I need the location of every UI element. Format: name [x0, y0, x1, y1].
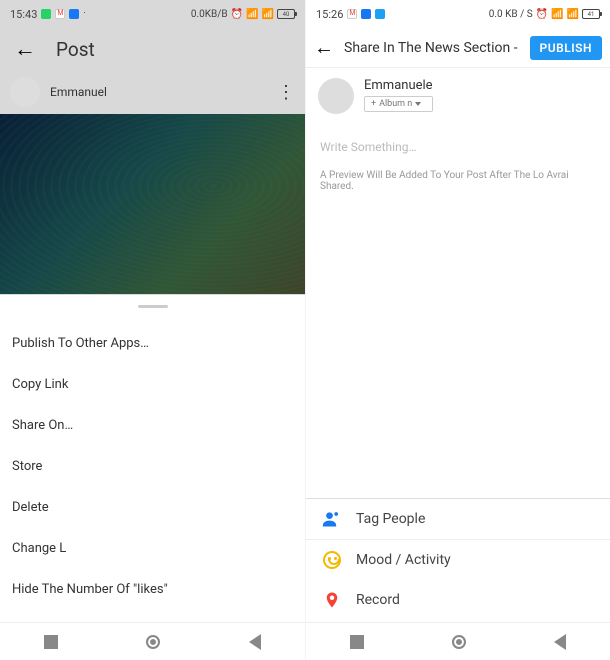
battery-icon: 40: [277, 9, 295, 19]
composer-input[interactable]: Write Something…: [306, 124, 610, 164]
right-status-bar: 15:26 0.0 KB / S ⏰ 📶 📶 41: [306, 0, 610, 28]
battery-icon: 41: [582, 9, 600, 19]
option-record[interactable]: Record: [306, 580, 610, 620]
left-screen: 15:43 · 0.0KB/B ⏰ 📶 📶 40 ← Post Emmanuel…: [0, 0, 305, 660]
gmail-icon: [55, 9, 65, 19]
option-mood[interactable]: Mood / Activity: [306, 540, 610, 580]
option-label: Mood / Activity: [356, 552, 451, 568]
wifi-icon: 📶: [262, 9, 274, 20]
sheet-handle[interactable]: [138, 305, 168, 308]
alarm-icon: ⏰: [536, 9, 548, 20]
avatar[interactable]: [318, 78, 354, 114]
status-time: 15:43: [10, 8, 37, 21]
option-label: Record: [356, 592, 400, 608]
profile-name[interactable]: Emmanuele: [364, 78, 433, 93]
back-arrow-icon[interactable]: ←: [314, 35, 334, 60]
page-title: Share In The News Section -: [344, 40, 530, 56]
nav-recents-icon[interactable]: [350, 635, 364, 649]
status-data: 0.0KB/B: [191, 9, 228, 20]
bottom-sheet: Publish To Other Apps… Copy Link Share O…: [0, 295, 305, 622]
album-button[interactable]: Album n: [364, 96, 433, 112]
left-status-bar: 15:43 · 0.0KB/B ⏰ 📶 📶 40: [0, 0, 305, 28]
sheet-item-store[interactable]: Store: [0, 449, 305, 484]
nav-recents-icon[interactable]: [44, 635, 58, 649]
sheet-item-hide-likes[interactable]: Hide The Number Of "likes": [0, 572, 305, 607]
status-time: 15:26: [316, 8, 343, 21]
more-icon[interactable]: ⋮: [277, 82, 295, 103]
location-pin-icon: [322, 590, 342, 610]
sheet-item-copy-link[interactable]: Copy Link: [0, 367, 305, 402]
mood-icon: [322, 550, 342, 570]
facebook-icon: [69, 9, 79, 19]
wifi-icon: 📶: [567, 9, 579, 20]
left-navbar: [0, 622, 305, 660]
page-title: Post: [56, 38, 95, 61]
gmail-icon: [347, 9, 357, 19]
app-icon: [375, 9, 385, 19]
right-screen: 15:26 0.0 KB / S ⏰ 📶 📶 41 ← Share In The…: [305, 0, 610, 660]
left-profile-row: Emmanuel ⋮: [0, 70, 305, 114]
preview-note: A Preview Will Be Added To Your Post Aft…: [306, 164, 610, 198]
alarm-icon: ⏰: [231, 9, 243, 20]
right-profile-row: Emmanuele Album n: [306, 68, 610, 124]
whatsapp-icon: [41, 9, 51, 19]
status-data: 0.0 KB / S: [489, 9, 533, 20]
right-navbar: [306, 622, 610, 660]
sheet-item-publish-other[interactable]: Publish To Other Apps…: [0, 326, 305, 361]
left-header: ← Post: [0, 28, 305, 70]
post-image[interactable]: [0, 114, 305, 294]
nav-home-icon[interactable]: [452, 635, 466, 649]
nav-back-icon[interactable]: [554, 634, 566, 650]
sheet-item-change[interactable]: Change L: [0, 531, 305, 566]
facebook-icon: [361, 9, 371, 19]
option-tag-people[interactable]: Tag People: [306, 499, 610, 540]
nav-home-icon[interactable]: [146, 635, 160, 649]
chevron-down-icon: [415, 102, 421, 106]
right-header: ← Share In The News Section - PUBLISH: [306, 28, 610, 68]
publish-button[interactable]: PUBLISH: [530, 36, 602, 60]
signal-icon: 📶: [551, 9, 563, 20]
tag-people-icon: [322, 509, 342, 529]
avatar[interactable]: [10, 77, 40, 107]
profile-name[interactable]: Emmanuel: [50, 85, 107, 99]
option-label: Tag People: [356, 511, 425, 527]
signal-icon: 📶: [246, 9, 258, 20]
nav-back-icon[interactable]: [249, 634, 261, 650]
sheet-item-delete[interactable]: Delete: [0, 490, 305, 525]
back-arrow-icon[interactable]: ←: [14, 36, 36, 62]
sheet-item-share-on[interactable]: Share On…: [0, 408, 305, 443]
